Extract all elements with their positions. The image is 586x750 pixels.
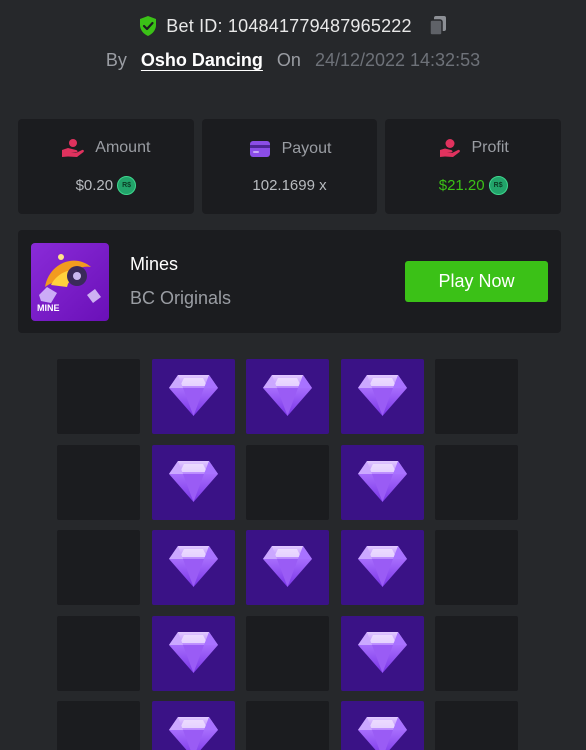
unrevealed-tile[interactable] bbox=[57, 701, 140, 750]
on-label: On bbox=[276, 49, 301, 70]
amount-stat: Amount $0.20 R$ bbox=[18, 119, 194, 214]
username-link[interactable]: Osho Dancing bbox=[141, 50, 263, 71]
payout-stat: Payout 102.1699 x bbox=[201, 119, 378, 214]
unrevealed-tile[interactable] bbox=[57, 359, 140, 434]
unrevealed-tile[interactable] bbox=[246, 701, 329, 750]
bet-id: Bet ID: 104841779487965222 bbox=[166, 15, 412, 36]
currency-coin-icon: R$ bbox=[488, 176, 508, 195]
thumbnail-text: MINE bbox=[37, 303, 60, 313]
diamond-gem-icon bbox=[166, 543, 221, 589]
revealed-gem-tile[interactable] bbox=[151, 359, 235, 434]
revealed-gem-tile[interactable] bbox=[340, 530, 424, 605]
diamond-gem-icon bbox=[260, 372, 315, 418]
profit-label: Profit bbox=[471, 139, 509, 156]
bet-meta-row: By Osho Dancing On 24/12/2022 14:32:53 bbox=[0, 48, 586, 72]
bet-datetime: 24/12/2022 14:32:53 bbox=[314, 49, 481, 70]
mines-board bbox=[57, 359, 518, 750]
diamond-gem-icon bbox=[166, 629, 221, 675]
diamond-gem-icon bbox=[166, 458, 221, 504]
amount-value: $0.20 bbox=[75, 177, 114, 194]
revealed-gem-tile[interactable] bbox=[340, 615, 424, 691]
unrevealed-tile[interactable] bbox=[435, 615, 518, 691]
profit-value: $21.20 bbox=[438, 177, 485, 194]
copy-icon[interactable] bbox=[428, 15, 448, 37]
payout-label: Payout bbox=[281, 140, 332, 157]
diamond-gem-icon bbox=[166, 714, 221, 750]
unrevealed-tile[interactable] bbox=[246, 444, 329, 520]
unrevealed-tile[interactable] bbox=[435, 701, 518, 750]
revealed-gem-tile[interactable] bbox=[246, 359, 329, 434]
diamond-gem-icon bbox=[166, 372, 221, 418]
by-label: By bbox=[105, 49, 127, 70]
unrevealed-tile[interactable] bbox=[435, 530, 518, 605]
bet-id-row: Bet ID: 104841779487965222 bbox=[0, 14, 586, 38]
revealed-gem-tile[interactable] bbox=[340, 701, 424, 750]
diamond-gem-icon bbox=[355, 458, 410, 504]
hand-money-icon bbox=[439, 139, 460, 157]
diamond-gem-icon bbox=[355, 629, 410, 675]
diamond-gem-icon bbox=[260, 543, 315, 589]
unrevealed-tile[interactable] bbox=[246, 615, 329, 691]
wallet-card-icon bbox=[249, 141, 270, 157]
verified-shield-icon bbox=[140, 16, 157, 36]
revealed-gem-tile[interactable] bbox=[151, 444, 235, 520]
game-provider: BC Originals bbox=[130, 288, 232, 308]
mines-logo-icon: MINE bbox=[31, 243, 109, 321]
revealed-gem-tile[interactable] bbox=[340, 444, 424, 520]
revealed-gem-tile[interactable] bbox=[151, 530, 235, 605]
diamond-gem-icon bbox=[355, 372, 410, 418]
unrevealed-tile[interactable] bbox=[435, 444, 518, 520]
unrevealed-tile[interactable] bbox=[57, 530, 140, 605]
hand-coin-icon bbox=[62, 139, 85, 157]
revealed-gem-tile[interactable] bbox=[246, 530, 329, 605]
revealed-gem-tile[interactable] bbox=[151, 615, 235, 691]
unrevealed-tile[interactable] bbox=[57, 444, 140, 520]
unrevealed-tile[interactable] bbox=[57, 615, 140, 691]
revealed-gem-tile[interactable] bbox=[340, 359, 424, 434]
game-card: MINE Mines BC Originals Play Now bbox=[18, 230, 561, 333]
game-name: Mines bbox=[130, 254, 179, 274]
play-now-button[interactable]: Play Now bbox=[405, 261, 548, 302]
bet-header: Bet ID: 104841779487965222 By Osho Danci… bbox=[0, 14, 586, 72]
diamond-gem-icon bbox=[355, 714, 410, 750]
profit-stat: Profit $21.20 R$ bbox=[385, 119, 562, 214]
revealed-gem-tile[interactable] bbox=[151, 701, 235, 750]
mines-game-thumbnail[interactable]: MINE bbox=[31, 243, 109, 321]
amount-label: Amount bbox=[95, 139, 151, 156]
unrevealed-tile[interactable] bbox=[435, 359, 518, 434]
diamond-gem-icon bbox=[355, 543, 410, 589]
currency-coin-icon: R$ bbox=[117, 176, 137, 195]
bet-stats: Amount $0.20 R$ Payout 102.1699 x Profit bbox=[18, 119, 562, 214]
payout-value: 102.1699 x bbox=[252, 177, 327, 194]
